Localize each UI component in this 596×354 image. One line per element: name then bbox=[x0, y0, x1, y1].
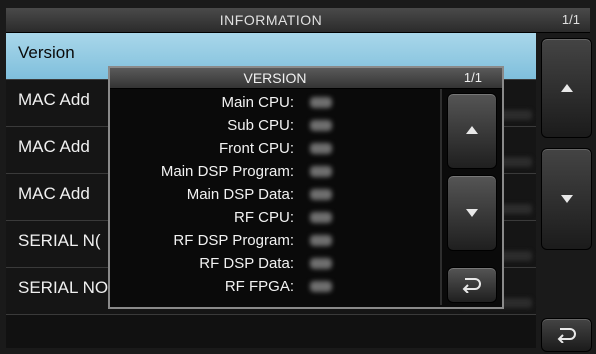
list-item-label: MAC Add bbox=[18, 184, 90, 203]
up-arrow-icon bbox=[560, 84, 573, 92]
version-value bbox=[310, 143, 332, 154]
return-icon bbox=[462, 278, 481, 293]
version-label: RF FPGA: bbox=[224, 278, 294, 295]
version-value bbox=[310, 120, 332, 131]
version-value bbox=[310, 235, 332, 246]
version-row-rf-dsp-program: RF DSP Program: bbox=[110, 231, 440, 251]
version-label: Sub CPU: bbox=[227, 117, 294, 134]
return-icon bbox=[557, 328, 576, 343]
version-value bbox=[310, 258, 332, 269]
list-item-label: SERIAL N( bbox=[18, 231, 101, 250]
dialog-back-button[interactable] bbox=[447, 267, 497, 303]
version-row-front-cpu: Front CPU: bbox=[110, 139, 440, 159]
up-arrow-icon bbox=[466, 126, 478, 134]
dialog-page-indicator: 1/1 bbox=[463, 70, 482, 85]
version-dialog: VERSION 1/1 Main CPU: Sub CPU: Front CPU… bbox=[108, 66, 504, 309]
version-value bbox=[310, 166, 332, 177]
version-row-rf-fpga: RF FPGA: bbox=[110, 277, 440, 297]
page-indicator: 1/1 bbox=[561, 12, 580, 27]
version-label: Main CPU: bbox=[221, 94, 294, 111]
version-value bbox=[310, 281, 332, 292]
version-label: Front CPU: bbox=[218, 140, 294, 157]
version-value bbox=[310, 212, 332, 223]
list-item-label: MAC Add bbox=[18, 90, 90, 109]
dialog-scroll-down-button[interactable] bbox=[447, 175, 497, 251]
version-label: Main DSP Program: bbox=[160, 163, 294, 180]
page-down-button[interactable] bbox=[541, 148, 592, 250]
version-row-main-cpu: Main CPU: bbox=[110, 93, 440, 113]
version-row-rf-cpu: RF CPU: bbox=[110, 208, 440, 228]
back-button[interactable] bbox=[541, 318, 592, 352]
list-item-label: Version bbox=[18, 43, 75, 62]
page-up-button[interactable] bbox=[541, 38, 592, 138]
dialog-title: VERSION bbox=[243, 70, 307, 86]
title-bar: INFORMATION 1/1 bbox=[6, 8, 590, 33]
list-item-label: MAC Add bbox=[18, 137, 90, 156]
version-value bbox=[310, 97, 332, 108]
version-label: RF CPU: bbox=[234, 209, 294, 226]
screen-title: INFORMATION bbox=[219, 12, 323, 28]
dialog-scroll-up-button[interactable] bbox=[447, 93, 497, 169]
version-label: Main DSP Data: bbox=[186, 186, 294, 203]
down-arrow-icon bbox=[560, 195, 573, 203]
version-row-rf-dsp-data: RF DSP Data: bbox=[110, 254, 440, 274]
version-value bbox=[310, 189, 332, 200]
version-row-sub-cpu: Sub CPU: bbox=[110, 116, 440, 136]
dialog-separator bbox=[440, 89, 442, 305]
dialog-title-bar: VERSION 1/1 bbox=[110, 68, 502, 89]
version-row-main-dsp-program: Main DSP Program: bbox=[110, 162, 440, 182]
version-label: RF DSP Program: bbox=[173, 232, 294, 249]
down-arrow-icon bbox=[466, 209, 478, 217]
information-screen: INFORMATION 1/1 Version MAC Add MAC Add … bbox=[0, 0, 596, 354]
version-row-main-dsp-data: Main DSP Data: bbox=[110, 185, 440, 205]
version-label: RF DSP Data: bbox=[199, 255, 294, 272]
